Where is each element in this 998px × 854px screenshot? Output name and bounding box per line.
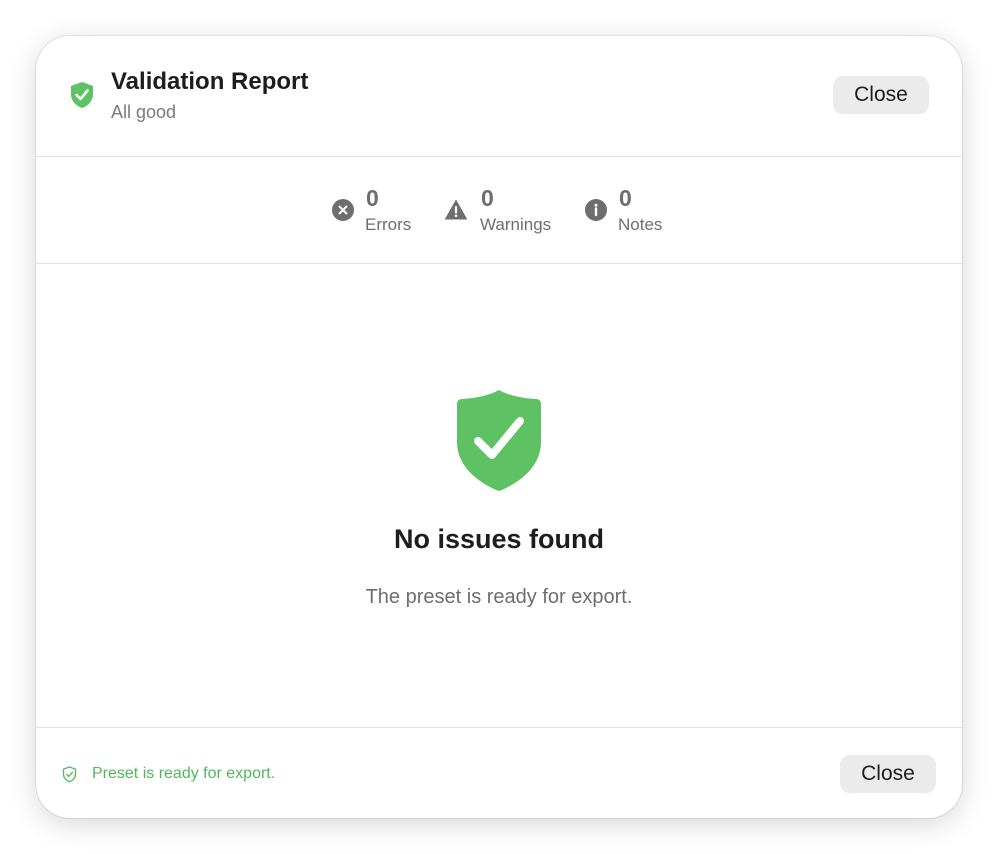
- warnings-label: Warnings: [480, 215, 552, 234]
- shield-check-outline-icon: [62, 766, 77, 783]
- result-panel: No issues found The preset is ready for …: [36, 264, 962, 728]
- errors-label: Errors: [365, 215, 412, 234]
- warning-triangle-icon: [445, 200, 467, 220]
- errors-value: 0: [366, 185, 379, 211]
- footer-close-button[interactable]: Close: [840, 755, 936, 793]
- shield-check-icon: [71, 82, 93, 108]
- error-circle-icon: [332, 199, 354, 221]
- result-message: The preset is ready for export.: [365, 586, 633, 608]
- header-close-button[interactable]: Close: [833, 76, 929, 114]
- dialog-subtitle: All good: [111, 102, 177, 122]
- notes-label: Notes: [618, 215, 663, 234]
- info-circle-icon: [585, 199, 607, 221]
- warnings-value: 0: [481, 185, 494, 211]
- footer-status-text: Preset is ready for export.: [92, 765, 276, 782]
- issue-summary: 0 Errors 0 Warnings 0 Notes: [36, 157, 962, 264]
- shield-check-icon: [457, 390, 541, 491]
- dialog-title: Validation Report: [111, 68, 309, 95]
- dialog-footer: Preset is ready for export. Close: [36, 728, 962, 818]
- dialog-header: Validation Report All good Close: [36, 36, 962, 157]
- notes-value: 0: [619, 185, 632, 211]
- result-title: No issues found: [393, 524, 604, 554]
- validation-report-dialog: Validation Report All good Close 0 Error…: [36, 36, 962, 818]
